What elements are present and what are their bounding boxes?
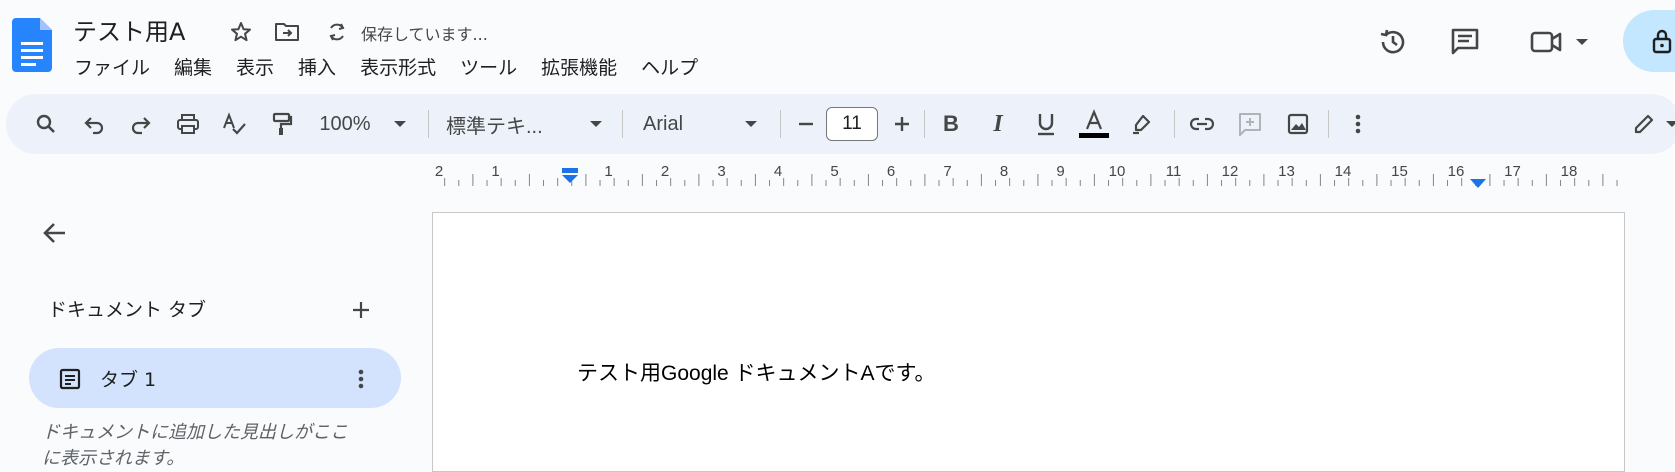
underline-icon[interactable] xyxy=(1028,94,1064,154)
editing-mode-chevron-icon[interactable] xyxy=(1662,94,1675,154)
docs-logo-icon[interactable] xyxy=(12,18,52,72)
spellcheck-icon[interactable] xyxy=(216,94,252,154)
font-value: Arial xyxy=(643,112,684,135)
italic-icon[interactable]: I xyxy=(980,94,1016,154)
back-arrow-icon[interactable] xyxy=(38,216,72,250)
redo-icon[interactable] xyxy=(123,94,159,154)
ruler-number: 16 xyxy=(1447,163,1465,180)
ruler-number: 10 xyxy=(1108,163,1126,180)
toolbar-divider xyxy=(780,110,781,138)
toolbar-divider xyxy=(1328,110,1329,138)
menu-format[interactable]: 表示形式 xyxy=(348,53,448,83)
menu-view[interactable]: 表示 xyxy=(224,53,286,83)
menu-bar: ファイル 編集 表示 挿入 表示形式 ツール 拡張機能 ヘルプ xyxy=(62,53,710,83)
ruler-number: 9 xyxy=(1056,163,1065,180)
lock-icon xyxy=(1649,28,1675,54)
increase-font-size-icon[interactable] xyxy=(884,94,920,154)
ruler-number: 1 xyxy=(491,163,500,180)
star-icon[interactable] xyxy=(226,17,256,47)
text-color-icon[interactable] xyxy=(1076,94,1112,154)
ruler-number: 13 xyxy=(1278,163,1295,180)
paragraph-style-value: 標準テキ... xyxy=(446,115,543,138)
insert-image-icon[interactable] xyxy=(1280,94,1316,154)
ruler-number: 3 xyxy=(717,163,726,180)
document-tab-icon xyxy=(57,366,83,392)
chevron-down-icon[interactable] xyxy=(1572,30,1592,54)
bold-icon[interactable]: B xyxy=(933,94,969,154)
menu-edit[interactable]: 編集 xyxy=(162,53,224,83)
ruler-number: 11 xyxy=(1165,163,1182,180)
editing-mode-pencil-icon[interactable] xyxy=(1626,94,1662,154)
highlight-color-icon[interactable] xyxy=(1124,94,1160,154)
move-folder-icon[interactable] xyxy=(272,17,302,47)
sidebar-hint-text: ドキュメントに追加した見出しがここに表示されます。 xyxy=(42,422,348,469)
paint-format-icon[interactable] xyxy=(264,94,300,154)
font-select[interactable]: Arial xyxy=(643,94,723,154)
toolbar-divider xyxy=(924,110,925,138)
ruler-number: 17 xyxy=(1504,163,1521,180)
share-button[interactable] xyxy=(1623,10,1675,72)
font-size-input[interactable]: 11 xyxy=(826,107,878,141)
first-line-indent-marker[interactable] xyxy=(561,168,579,190)
decrease-font-size-icon[interactable] xyxy=(788,94,824,154)
document-page[interactable] xyxy=(432,212,1625,472)
version-history-icon[interactable] xyxy=(1373,22,1413,62)
header-bar: テスト用A 保存しています... ファイル 編集 表示 挿入 表示形式 ツール … xyxy=(0,0,1675,92)
ruler-number: 6 xyxy=(886,163,896,180)
font-chevron-down-icon[interactable] xyxy=(741,94,761,154)
print-icon[interactable] xyxy=(170,94,206,154)
sidebar-item-tab-1[interactable] xyxy=(29,348,401,408)
search-menus-icon[interactable] xyxy=(28,94,64,154)
meet-video-icon[interactable] xyxy=(1526,22,1566,62)
paragraph-style-select[interactable]: 標準テキ... xyxy=(446,94,566,154)
ruler-number: 12 xyxy=(1221,163,1239,180)
ruler-number: 4 xyxy=(773,163,783,180)
menu-extensions[interactable]: 拡張機能 xyxy=(529,53,629,83)
zoom-chevron-down-icon[interactable] xyxy=(390,94,410,154)
menu-insert[interactable]: 挿入 xyxy=(286,53,348,83)
style-chevron-down-icon[interactable] xyxy=(586,94,606,154)
toolbar-divider xyxy=(622,110,623,138)
menu-file[interactable]: ファイル xyxy=(62,53,162,83)
toolbar-divider xyxy=(1174,110,1175,138)
ruler-number: 2 xyxy=(660,163,670,180)
more-options-icon[interactable] xyxy=(1340,94,1376,154)
ruler-number: 18 xyxy=(1560,163,1578,180)
ruler-number: 15 xyxy=(1391,163,1408,180)
insert-link-icon[interactable] xyxy=(1184,94,1220,154)
tab-options-icon[interactable] xyxy=(348,366,374,392)
sidebar-item-tab-label: タブ 1 xyxy=(100,369,157,391)
comments-icon[interactable] xyxy=(1445,22,1485,62)
add-comment-icon xyxy=(1232,94,1268,154)
zoom-select[interactable]: 100% xyxy=(310,94,380,154)
document-body-text[interactable]: テスト用Google ドキュメントAです。 xyxy=(577,357,935,387)
add-tab-icon[interactable] xyxy=(346,295,376,325)
ruler-number: 1 xyxy=(604,163,613,180)
undo-icon[interactable] xyxy=(76,94,112,154)
right-indent-marker[interactable] xyxy=(1470,174,1486,193)
ruler-number: 8 xyxy=(999,163,1009,180)
zoom-value: 100% xyxy=(319,112,371,135)
ruler-number: 2 xyxy=(434,163,444,180)
save-status: 保存しています... xyxy=(361,25,488,44)
sync-icon xyxy=(322,17,352,47)
menu-tools[interactable]: ツール xyxy=(448,53,529,83)
ruler-number: 14 xyxy=(1334,163,1352,180)
document-title[interactable]: テスト用A xyxy=(73,12,185,47)
toolbar-divider xyxy=(428,110,429,138)
document-tabs-heading: ドキュメント タブ xyxy=(48,299,207,321)
ruler-number: 7 xyxy=(943,163,952,180)
menu-help[interactable]: ヘルプ xyxy=(629,53,710,83)
horizontal-ruler[interactable]: 2 1 1 2 3 4 5 6 7 8 9 10 11 12 13 14 15 16 17 18 xyxy=(433,160,1626,188)
ruler-number: 5 xyxy=(830,163,839,180)
